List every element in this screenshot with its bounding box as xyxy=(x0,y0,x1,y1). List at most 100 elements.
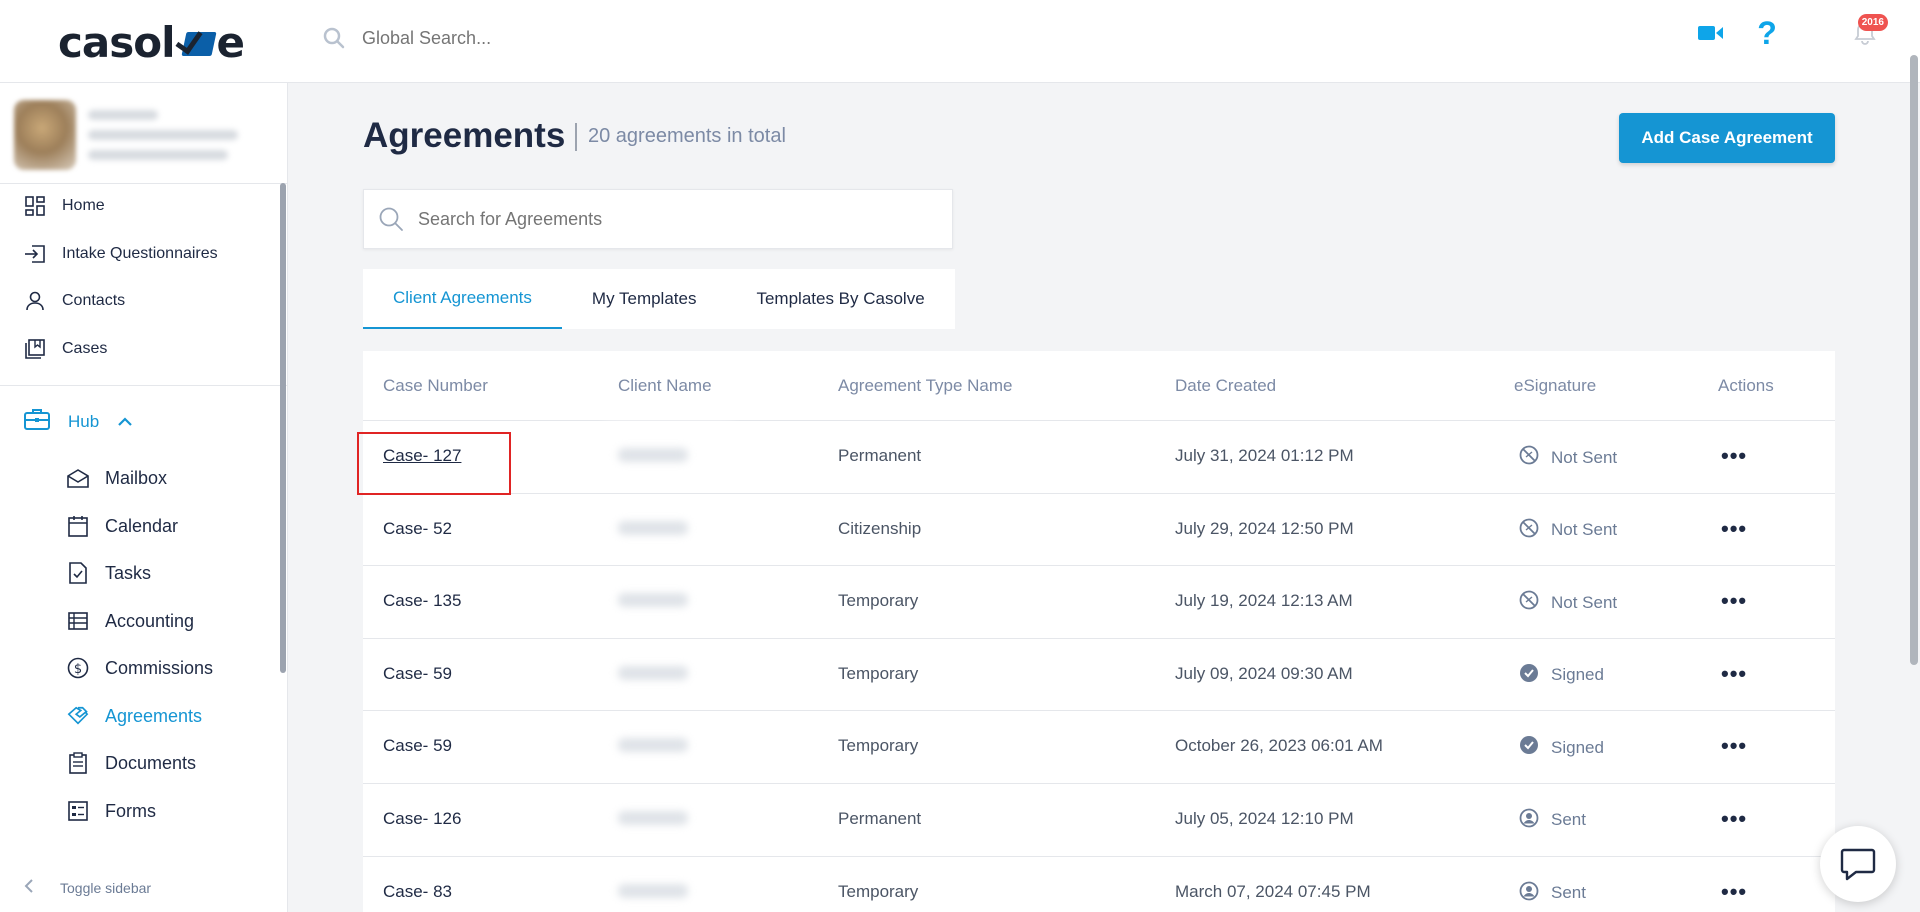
esignature-status: Signed xyxy=(1519,663,1604,688)
tab-templates-by-casolve[interactable]: Templates By Casolve xyxy=(726,269,954,329)
sidebar-item-calendar[interactable]: Calendar xyxy=(67,515,178,537)
agreements-table: Case Number Client Name Agreement Type N… xyxy=(363,351,1835,912)
add-case-agreement-button[interactable]: Add Case Agreement xyxy=(1619,113,1835,163)
check-circle-icon xyxy=(1519,663,1539,688)
table-row[interactable]: Case- 52 Citizenship July 29, 2024 12:50 P… xyxy=(363,494,1835,567)
sidebar-item-label: Accounting xyxy=(105,610,195,631)
agreement-type: Temporary xyxy=(838,663,919,683)
column-header-esignature[interactable]: eSignature xyxy=(1514,376,1596,396)
esignature-label: Signed xyxy=(1551,737,1604,757)
sidebar-item-documents[interactable]: Documents xyxy=(67,752,196,774)
agreement-tabs: Client Agreements My Templates Templates… xyxy=(363,269,955,329)
table-header: Case Number Client Name Agreement Type N… xyxy=(363,351,1835,421)
sidebar-item-agreements[interactable]: Agreements xyxy=(67,705,202,727)
sidebar-item-mailbox[interactable]: Mailbox xyxy=(67,467,167,489)
search-icon xyxy=(379,207,403,231)
more-actions-icon[interactable]: ••• xyxy=(1721,516,1747,542)
casolve-logo[interactable]: casol e xyxy=(58,14,245,70)
table-row[interactable]: Case- 59 Temporary July 09, 2024 09:30 AM S… xyxy=(363,639,1835,712)
agreements-total: 20 agreements in total xyxy=(588,125,786,147)
esignature-label: Signed xyxy=(1551,665,1604,685)
sidebar-item-label: Home xyxy=(62,197,105,214)
sidebar-item-label: Mailbox xyxy=(105,467,168,488)
toggle-sidebar-button[interactable]: Toggle sidebar xyxy=(24,878,151,897)
sidebar-item-cases[interactable]: Cases xyxy=(24,338,107,360)
more-actions-icon[interactable]: ••• xyxy=(1721,879,1747,905)
logo-mark-icon xyxy=(174,22,217,62)
date-created: March 07, 2024 07:45 PM xyxy=(1175,881,1371,901)
page-scrollbar[interactable] xyxy=(1910,55,1918,665)
case-number-link[interactable]: Case- 135 xyxy=(383,591,461,611)
sidebar-item-contacts[interactable]: Contacts xyxy=(24,290,125,312)
esignature-status: Not Sent xyxy=(1519,518,1617,543)
global-search-input[interactable] xyxy=(362,27,862,49)
table-row[interactable]: Case- 126 Permanent July 05, 2024 12:10 PM… xyxy=(363,784,1835,857)
notification-badge: 2016 xyxy=(1857,14,1888,31)
bell-icon[interactable]: 2016 xyxy=(1850,14,1888,48)
more-actions-icon[interactable]: ••• xyxy=(1721,733,1747,759)
sidebar-item-commissions[interactable]: $ Commissions xyxy=(67,657,213,679)
sidebar-item-intake-questionnaires[interactable]: Intake Questionnaires xyxy=(24,243,218,265)
table-row[interactable]: Case- 135 Temporary July 19, 2024 12:13 AM… xyxy=(363,566,1835,639)
sidebar-item-label: Forms xyxy=(105,800,156,821)
tab-client-agreements[interactable]: Client Agreements xyxy=(363,269,562,329)
search-icon xyxy=(323,27,345,49)
more-actions-icon[interactable]: ••• xyxy=(1721,806,1747,832)
esignature-label: Sent xyxy=(1551,810,1586,830)
agreements-search-input[interactable] xyxy=(418,208,918,230)
esignature-status: Not Sent xyxy=(1519,590,1617,615)
forms-icon xyxy=(67,800,89,822)
case-number-link[interactable]: Case- 59 xyxy=(383,736,452,756)
esignature-label: Not Sent xyxy=(1551,520,1618,540)
sidebar-item-hub[interactable]: Hub xyxy=(24,408,133,435)
sidebar-item-label: Agreements xyxy=(105,705,203,726)
sidebar-item-accounting[interactable]: Accounting xyxy=(67,610,194,632)
sidebar-item-tasks[interactable]: Tasks xyxy=(67,562,151,584)
avatar xyxy=(14,100,76,170)
column-header-date-created[interactable]: Date Created xyxy=(1175,376,1276,396)
more-actions-icon[interactable]: ••• xyxy=(1721,661,1747,687)
client-name-redacted xyxy=(618,448,688,462)
more-actions-icon[interactable]: ••• xyxy=(1721,588,1747,614)
sidebar-item-home[interactable]: Home xyxy=(24,195,105,217)
not-sent-icon xyxy=(1519,590,1539,615)
column-header-case-number[interactable]: Case Number xyxy=(383,376,488,396)
column-header-agreement-type[interactable]: Agreement Type Name xyxy=(838,376,1013,396)
table-row[interactable]: Case- 127 Permanent July 31, 2024 01:12 PM… xyxy=(363,421,1835,494)
title-separator xyxy=(575,123,577,151)
mailbox-icon xyxy=(67,467,89,489)
client-name-redacted xyxy=(618,810,688,825)
sidebar-item-label: Tasks xyxy=(105,562,152,583)
case-number-link[interactable]: Case- 83 xyxy=(383,882,452,902)
divider xyxy=(0,183,288,184)
case-number-link[interactable]: Case- 52 xyxy=(383,519,452,539)
hub-label: Hub xyxy=(68,411,100,431)
chat-button[interactable] xyxy=(1820,826,1896,902)
sidebar-item-forms[interactable]: Forms xyxy=(67,800,156,822)
agreement-type: Citizenship xyxy=(838,518,922,538)
case-number-link[interactable]: Case- 59 xyxy=(383,664,452,684)
more-actions-icon[interactable]: ••• xyxy=(1721,443,1747,469)
main-content: Agreements 20 agreements in total Add Ca… xyxy=(288,83,1920,912)
tab-my-templates[interactable]: My Templates xyxy=(562,269,727,329)
top-header: casole ? 2016 xyxy=(0,0,1920,83)
case-number-link[interactable]: Case- 126 xyxy=(383,809,461,829)
sidebar-scrollbar[interactable] xyxy=(280,183,286,673)
chevron-left-icon xyxy=(24,878,34,897)
user-circle-icon xyxy=(1519,808,1539,833)
svg-text:$: $ xyxy=(74,662,82,677)
esignature-status: Signed xyxy=(1519,735,1604,760)
help-icon[interactable]: ? xyxy=(1752,15,1782,51)
briefcase-icon xyxy=(24,408,50,435)
column-header-client-name[interactable]: Client Name xyxy=(618,376,712,396)
table-row[interactable]: Case- 83 Temporary March 07, 2024 07:45 PM… xyxy=(363,857,1835,912)
video-icon[interactable] xyxy=(1696,18,1726,48)
user-profile[interactable] xyxy=(14,95,254,175)
divider xyxy=(0,385,288,386)
table-row[interactable]: Case- 59 Temporary October 26, 2023 06:01 … xyxy=(363,711,1835,784)
date-created: July 29, 2024 12:50 PM xyxy=(1175,518,1354,538)
agreement-type: Temporary xyxy=(838,736,919,756)
accounting-icon xyxy=(67,610,89,632)
global-search xyxy=(322,18,922,58)
sidebar-item-label: Intake Questionnaires xyxy=(62,245,218,262)
